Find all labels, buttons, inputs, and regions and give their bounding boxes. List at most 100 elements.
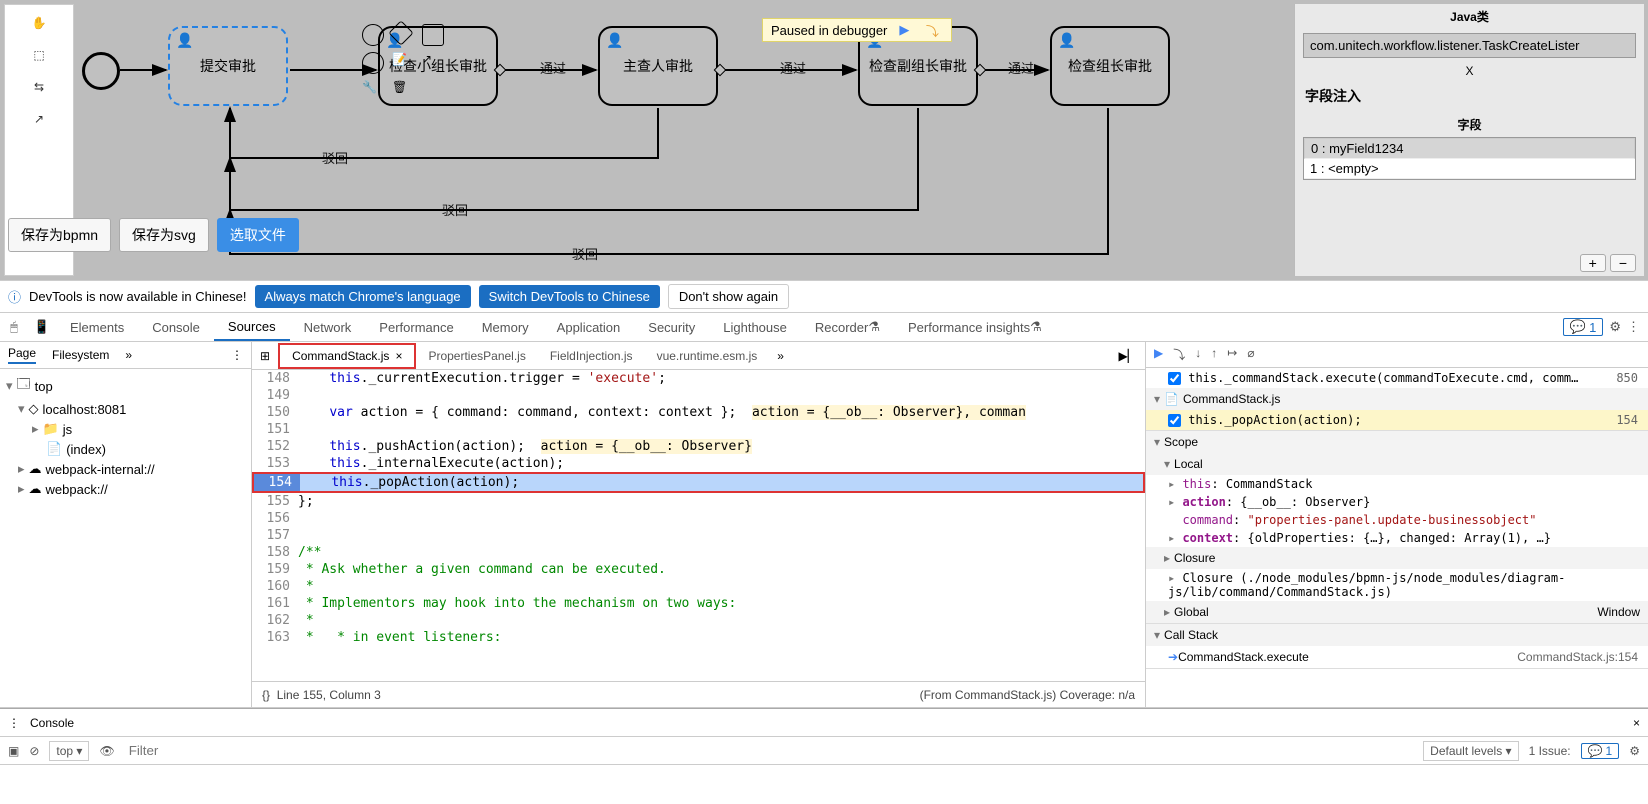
console-settings-icon[interactable]: ⚙ — [1629, 744, 1640, 758]
settings-icon[interactable]: ⚙ — [1609, 319, 1621, 335]
bpmn-canvas[interactable]: 👤 提交审批 👤 检查小组长审批 👤 主查人审批 👤 检查副组长审批 👤 检查组… — [78, 0, 1294, 280]
tree-js[interactable]: 📁 js — [0, 419, 251, 439]
tree-host[interactable]: ◇ localhost:8081 — [0, 399, 251, 419]
hand-tool-icon[interactable]: ✋ — [25, 9, 53, 37]
tab-network[interactable]: Network — [290, 313, 366, 341]
tree-webpack-internal[interactable]: ☁ webpack-internal:// — [0, 459, 251, 479]
tree-webpack[interactable]: ☁ webpack:// — [0, 479, 251, 499]
nav-tab-page[interactable]: Page — [8, 346, 36, 364]
drawer-more-icon[interactable]: ⋮ — [8, 716, 20, 730]
java-class-input[interactable]: com.unitech.workflow.listener.TaskCreate… — [1303, 33, 1636, 58]
task-group-lead[interactable]: 👤 检查组长审批 — [1050, 26, 1170, 106]
callstack-header[interactable]: Call Stack — [1146, 624, 1648, 646]
flow-label-pass: 通过 — [1008, 58, 1034, 77]
start-event[interactable] — [82, 52, 120, 90]
step-into-icon[interactable]: ↓ — [1195, 346, 1201, 363]
bp-checkbox[interactable] — [1168, 372, 1181, 385]
tab-sources[interactable]: Sources — [214, 313, 290, 341]
toggle-right-icon[interactable]: ▶▏ — [1111, 349, 1145, 363]
connect-tool-icon[interactable]: ↗ — [25, 105, 53, 133]
context-selector[interactable]: top ▾ — [49, 741, 89, 761]
issues-badge[interactable]: 💬 1 — [1581, 743, 1620, 759]
deactivate-bp-icon[interactable]: ⌀ — [1247, 346, 1254, 363]
always-match-button[interactable]: Always match Chrome's language — [255, 285, 471, 308]
nav-tab-filesystem[interactable]: Filesystem — [52, 348, 109, 362]
field-row-0[interactable]: 0 : myField1234 — [1304, 138, 1635, 159]
scope-global-header[interactable]: GlobalWindow — [1146, 601, 1648, 623]
drawer-close-icon[interactable]: × — [1633, 716, 1640, 730]
space-tool-icon[interactable]: ⇆ — [25, 73, 53, 101]
drawer-tab-console[interactable]: Console — [30, 716, 74, 730]
gateway-icon[interactable] — [388, 20, 413, 45]
tab-security[interactable]: Security — [634, 313, 709, 341]
switch-chinese-button[interactable]: Switch DevTools to Chinese — [479, 285, 660, 308]
dont-show-button[interactable]: Don't show again — [668, 284, 789, 309]
resume-icon[interactable]: ▶ — [1154, 346, 1163, 363]
inspect-icon[interactable]: 🖱 — [0, 319, 28, 335]
show-nav-icon[interactable]: ⊞ — [252, 349, 278, 363]
scope-header[interactable]: Scope — [1146, 431, 1648, 453]
add-field-button[interactable]: + — [1580, 254, 1606, 272]
step-over-icon[interactable]: ⤵ — [1173, 346, 1185, 363]
intermediate-event-icon[interactable] — [362, 52, 384, 74]
live-expression-icon[interactable]: 👁 — [99, 744, 114, 758]
close-icon[interactable]: × — [395, 349, 402, 363]
task-icon[interactable] — [422, 24, 444, 46]
log-levels-selector[interactable]: Default levels ▾ — [1423, 741, 1518, 761]
file-tab-propertiespanel[interactable]: PropertiesPanel.js — [416, 345, 537, 367]
breakpoint-row[interactable]: this._commandStack.execute(commandToExec… — [1146, 368, 1648, 388]
scope-local-header[interactable]: Local — [1146, 453, 1648, 475]
tab-recorder[interactable]: Recorder ⚗ — [801, 313, 894, 341]
tab-lighthouse[interactable]: Lighthouse — [709, 313, 801, 341]
pause-banner-text: Paused in debugger — [771, 23, 887, 38]
more-files-icon[interactable]: » — [769, 349, 792, 363]
tab-console[interactable]: Console — [138, 313, 214, 341]
scope-closure-header[interactable]: Closure — [1146, 547, 1648, 569]
pretty-print-icon[interactable]: {} — [262, 688, 270, 702]
file-tab-vue-runtime[interactable]: vue.runtime.esm.js — [645, 345, 770, 367]
more-tabs-icon[interactable]: » — [125, 348, 132, 362]
resume-icon[interactable]: ▶ — [893, 21, 915, 39]
tab-perf-insights[interactable]: Performance insights ⚗ — [894, 313, 1056, 341]
code-editor[interactable]: 148 this._currentExecution.trigger = 'ex… — [252, 370, 1145, 681]
step-icon[interactable]: ↦ — [1227, 346, 1237, 363]
scope-context[interactable]: context: {oldProperties: {…}, changed: A… — [1146, 529, 1648, 547]
task-main-reviewer[interactable]: 👤 主查人审批 — [598, 26, 718, 106]
field-row-1[interactable]: 1 : <empty> — [1304, 159, 1635, 179]
console-filter-input[interactable] — [125, 739, 1413, 762]
tree-index[interactable]: 📄 (index) — [0, 439, 251, 459]
scope-command[interactable]: command: "properties-panel.update-busine… — [1146, 511, 1648, 529]
bp-file-header[interactable]: 📄 CommandStack.js — [1146, 388, 1648, 410]
task-submit[interactable]: 👤 提交审批 — [168, 26, 288, 106]
end-event-icon[interactable] — [362, 24, 384, 46]
remove-field-button[interactable]: − — [1610, 254, 1636, 272]
lasso-tool-icon[interactable]: ⬚ — [25, 41, 53, 69]
device-toolbar-icon[interactable]: 📱 — [28, 319, 56, 335]
nav-more-icon[interactable]: ⋮ — [231, 348, 243, 362]
breakpoint-row-current[interactable]: this._popAction(action); 154 — [1146, 410, 1648, 430]
step-out-icon[interactable]: ↑ — [1211, 346, 1217, 363]
scope-action[interactable]: action: {__ob__: Observer} — [1146, 493, 1648, 511]
bp-checkbox[interactable] — [1168, 414, 1181, 427]
delete-x[interactable]: X — [1295, 62, 1644, 80]
tab-application[interactable]: Application — [543, 313, 635, 341]
clear-console-icon[interactable]: ⊘ — [29, 744, 39, 758]
file-tab-fieldinjection[interactable]: FieldInjection.js — [538, 345, 645, 367]
tree-top[interactable]: 🗔 top — [0, 373, 251, 399]
toggle-sidebar-icon[interactable]: ▣ — [8, 744, 19, 758]
debugger-controls: ▶ ⤵ ↓ ↑ ↦ ⌀ — [1146, 342, 1648, 368]
tab-performance[interactable]: Performance — [365, 313, 467, 341]
console-drawer: ⋮ Console × ▣ ⊘ top ▾ 👁 Default levels ▾… — [0, 708, 1648, 765]
step-over-icon[interactable]: ⤵ — [921, 21, 943, 39]
tab-memory[interactable]: Memory — [468, 313, 543, 341]
more-icon[interactable]: ⋮ — [1627, 319, 1640, 335]
file-tab-commandstack[interactable]: CommandStack.js × — [278, 343, 416, 369]
messages-badge[interactable]: 💬 1 — [1563, 318, 1603, 336]
scope-closure2[interactable]: Closure (./node_modules/bpmn-js/node_mod… — [1146, 569, 1648, 601]
callstack-row[interactable]: ➔ CommandStack.execute CommandStack.js:1… — [1146, 646, 1648, 668]
save-bpmn-button[interactable]: 保存为bpmn — [8, 218, 111, 252]
tab-elements[interactable]: Elements — [56, 313, 138, 341]
scope-this[interactable]: this: CommandStack — [1146, 475, 1648, 493]
choose-file-button[interactable]: 选取文件 — [217, 218, 299, 252]
save-svg-button[interactable]: 保存为svg — [119, 218, 209, 252]
